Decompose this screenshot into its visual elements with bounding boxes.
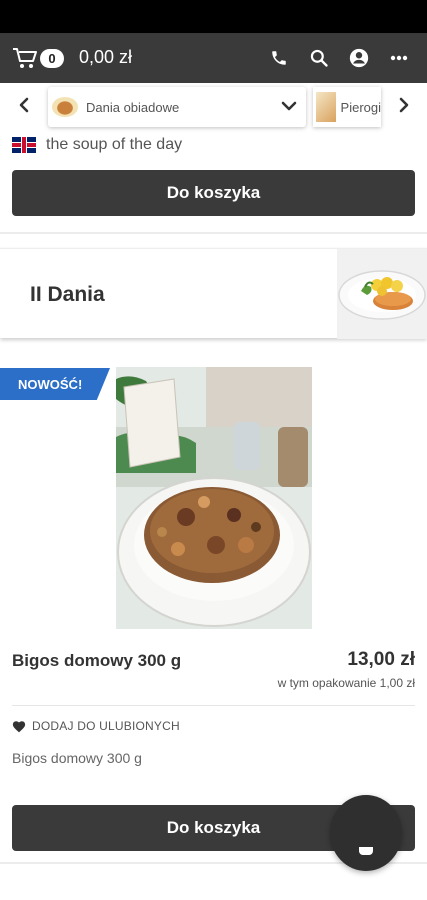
fab-icon bbox=[359, 847, 373, 855]
account-button[interactable] bbox=[339, 45, 379, 71]
packaging-note: w tym opakowanie 1,00 zł bbox=[277, 676, 415, 690]
prev-category-button[interactable] bbox=[12, 93, 36, 117]
next-category-thumbnail bbox=[316, 92, 336, 122]
soup-text: the soup of the day bbox=[46, 136, 183, 153]
more-icon bbox=[390, 55, 408, 61]
category-title: II Dania bbox=[30, 283, 105, 306]
add-to-favorites-label: DODAJ DO ULUBIONYCH bbox=[32, 719, 180, 733]
product-name[interactable]: Bigos domowy 300 g bbox=[12, 651, 181, 671]
cart-count-badge: 0 bbox=[40, 49, 64, 68]
new-badge: NOWOŚĆ! bbox=[0, 368, 110, 400]
cart-icon bbox=[13, 48, 37, 68]
chevron-down-icon bbox=[281, 101, 297, 111]
cart-button[interactable]: 0 bbox=[12, 45, 66, 71]
english-flag-icon bbox=[12, 137, 36, 153]
product-price: 13,00 zł bbox=[347, 649, 415, 670]
top-bar: 0 0,00 zł bbox=[0, 33, 427, 83]
phone-button[interactable] bbox=[259, 45, 299, 71]
heart-icon bbox=[12, 720, 26, 732]
search-icon bbox=[310, 49, 328, 67]
category-image bbox=[337, 249, 427, 339]
cart-total[interactable]: 0,00 zł bbox=[79, 47, 132, 68]
search-button[interactable] bbox=[299, 45, 339, 71]
chevron-right-icon bbox=[399, 97, 409, 113]
product-image[interactable] bbox=[116, 367, 312, 629]
account-icon bbox=[349, 48, 369, 68]
add-to-cart-button[interactable]: Do koszyka bbox=[12, 170, 415, 216]
status-bar bbox=[0, 0, 427, 33]
phone-icon bbox=[272, 51, 286, 65]
divider bbox=[0, 232, 427, 234]
category-nav: Dania obiadowe Pierogi bbox=[0, 83, 427, 129]
category-header-card: II Dania bbox=[0, 248, 427, 339]
more-button[interactable] bbox=[379, 45, 419, 71]
floating-action-button[interactable] bbox=[330, 795, 402, 871]
next-category-button[interactable] bbox=[392, 93, 416, 117]
add-to-favorites-button[interactable]: DODAJ DO ULUBIONYCH bbox=[12, 719, 180, 733]
category-thumbnail bbox=[52, 97, 78, 117]
next-category-label: Pierogi bbox=[340, 99, 381, 115]
product-description: Bigos domowy 300 g bbox=[12, 750, 142, 766]
chevron-left-icon bbox=[19, 97, 29, 113]
next-category-chip[interactable]: Pierogi bbox=[313, 87, 381, 127]
divider bbox=[12, 705, 415, 706]
category-dropdown[interactable]: Dania obiadowe bbox=[48, 87, 306, 127]
category-dropdown-label: Dania obiadowe bbox=[86, 99, 180, 115]
soup-of-the-day: the soup of the day bbox=[12, 136, 182, 154]
